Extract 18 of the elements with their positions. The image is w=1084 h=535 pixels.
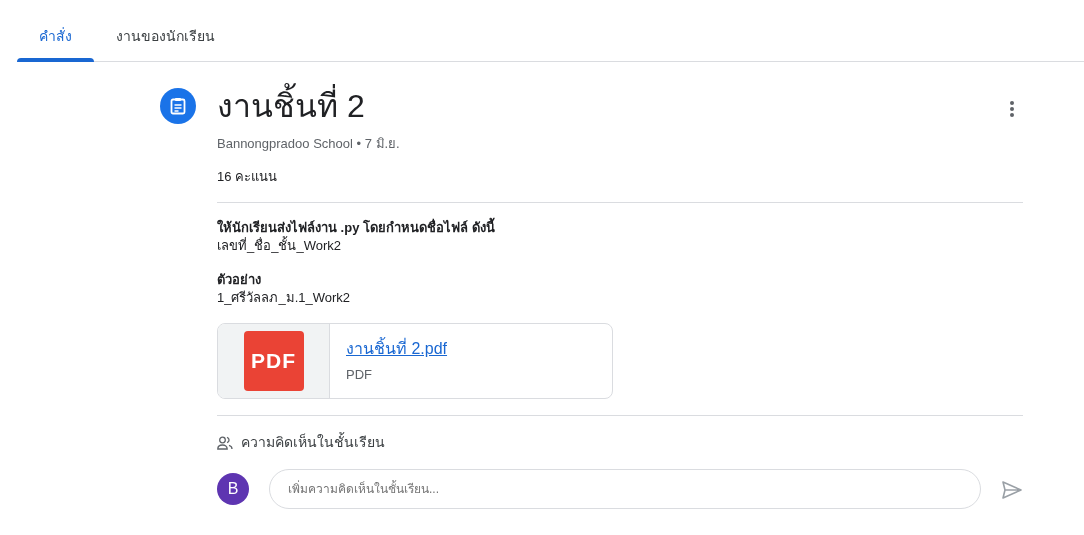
instruction-heading: ให้นักเรียนส่งไฟล์งาน .py โดยกำหนดชื่อไฟล์ ดังนี้ (217, 219, 1023, 237)
attachment-link[interactable]: งานชิ้นที่ 2.pdf (346, 337, 448, 362)
people-icon (217, 435, 233, 450)
assignment-points: 16 คะแนน (217, 167, 279, 186)
tab[interactable]: คำสั่ง (17, 10, 94, 62)
assignment-icon (160, 88, 196, 124)
user-avatar: B (217, 473, 249, 505)
attachment-card[interactable]: PDF งานชิ้นที่ 2.pdf PDF (217, 323, 613, 399)
instruction-text: 1_ศรีวัลลภ_ม.1_Work2 (217, 289, 352, 307)
assignment-meta: Bannongpradoo School • 7 มิ.ย. (217, 135, 401, 153)
comment-input[interactable]: เพิ่มความคิดเห็นในชั้นเรียน... (269, 469, 981, 509)
attachment-type: PDF (346, 366, 373, 385)
tab[interactable]: งานของนักเรียน (94, 10, 237, 62)
assignment-title: งานชิ้นที่ 2 (217, 83, 365, 129)
comments-heading: ความคิดเห็นในชั้นเรียน (241, 432, 385, 452)
pdf-icon: PDF (243, 331, 304, 391)
instruction-text: เลขที่_ชื่อ_ชั้น_Work2 (217, 237, 342, 255)
instruction-heading: ตัวอย่าง (217, 271, 262, 289)
